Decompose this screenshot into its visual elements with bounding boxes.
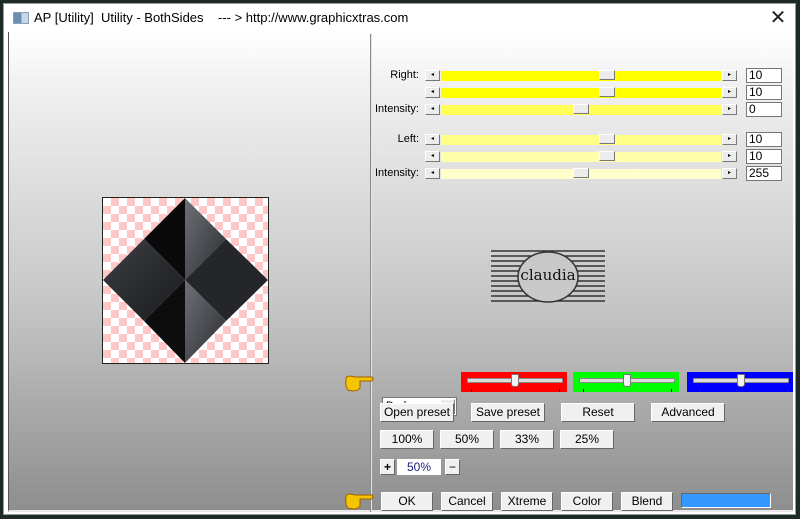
- slider-tick: [671, 389, 672, 392]
- slider-track[interactable]: [441, 87, 721, 98]
- slider-value-field[interactable]: 10: [746, 132, 782, 147]
- open-preset-button[interactable]: Open preset: [380, 403, 454, 422]
- zoom-out-button[interactable]: −: [445, 459, 460, 475]
- color-button[interactable]: Color: [561, 492, 613, 511]
- scroll-right-arrow-icon[interactable]: ▸: [722, 104, 737, 115]
- close-button[interactable]: ✕: [769, 7, 787, 27]
- slider-row-right-2: Intensity: ◂ ▸ 0: [9, 102, 794, 117]
- plugin-window: AP [Utility] Utility - BothSides --- > h…: [3, 3, 796, 515]
- slider-thumb[interactable]: [573, 168, 589, 178]
- red-channel-slider[interactable]: [461, 372, 567, 392]
- scroll-right-arrow-icon[interactable]: ▸: [722, 151, 737, 162]
- scroll-left-arrow-icon[interactable]: ◂: [425, 134, 440, 145]
- preview-image: [103, 198, 268, 363]
- logo-text: claudia: [520, 266, 575, 284]
- slider-track[interactable]: [441, 168, 721, 179]
- window-title: AP [Utility] Utility - BothSides --- > h…: [34, 10, 409, 25]
- scroll-right-arrow-icon[interactable]: ▸: [722, 134, 737, 145]
- slider-row-right-1: ◂ ▸ 10: [9, 85, 794, 100]
- scroll-left-arrow-icon[interactable]: ◂: [425, 151, 440, 162]
- color-swatch[interactable]: [681, 493, 771, 508]
- zoom-25-button[interactable]: 25%: [560, 430, 614, 449]
- scroll-right-arrow-icon[interactable]: ▸: [722, 70, 737, 81]
- dialog-client-area: Right: ◂ ▸ 10 ◂ ▸ 10 Intensity: ◂ ▸ 0 Left: ◂ ▸ 10 ◂ ▸ 1…: [8, 32, 793, 512]
- slider-label: Right:: [390, 69, 419, 81]
- scroll-left-arrow-icon[interactable]: ◂: [425, 87, 440, 98]
- title-bar: AP [Utility] Utility - BothSides --- > h…: [4, 4, 795, 32]
- slider-thumb[interactable]: [599, 70, 615, 80]
- blend-button[interactable]: Blend: [621, 492, 673, 511]
- ok-button[interactable]: OK: [381, 492, 433, 511]
- scroll-left-arrow-icon[interactable]: ◂: [425, 168, 440, 179]
- reset-button[interactable]: Reset: [561, 403, 635, 422]
- slider-thumb[interactable]: [599, 134, 615, 144]
- green-channel-slider[interactable]: [573, 372, 679, 392]
- slider-thumb[interactable]: [511, 374, 519, 387]
- slider-tick: [583, 389, 584, 392]
- advanced-button[interactable]: Advanced: [651, 403, 725, 422]
- slider-track[interactable]: [441, 134, 721, 145]
- save-preset-button[interactable]: Save preset: [471, 403, 545, 422]
- scroll-right-arrow-icon[interactable]: ▸: [722, 87, 737, 98]
- slider-row-right-0: Right: ◂ ▸ 10: [9, 68, 794, 83]
- slider-row-left-2: Intensity: ◂ ▸ 255: [9, 166, 794, 181]
- slider-row-left-0: Left: ◂ ▸ 10: [9, 132, 794, 147]
- slider-value-field[interactable]: 255: [746, 166, 782, 181]
- slider-value-field[interactable]: 10: [746, 68, 782, 83]
- scroll-right-arrow-icon[interactable]: ▸: [722, 168, 737, 179]
- slider-thumb[interactable]: [573, 104, 589, 114]
- xtreme-button[interactable]: Xtreme: [501, 492, 553, 511]
- slider-tick: [471, 389, 472, 392]
- slider-label: Intensity:: [374, 103, 419, 115]
- zoom-in-button[interactable]: +: [380, 459, 395, 475]
- author-logo: claudia: [491, 250, 605, 303]
- zoom-level-field[interactable]: 50%: [397, 459, 441, 475]
- slider-tick: [697, 389, 698, 392]
- slider-value-field[interactable]: 0: [746, 102, 782, 117]
- slider-thumb[interactable]: [623, 374, 631, 387]
- slider-label: Intensity:: [374, 167, 419, 179]
- slider-row-left-1: ◂ ▸ 10: [9, 149, 794, 164]
- zoom-33-button[interactable]: 33%: [500, 430, 554, 449]
- slider-value-field[interactable]: 10: [746, 149, 782, 164]
- slider-track[interactable]: [441, 151, 721, 162]
- blue-channel-slider[interactable]: [687, 372, 793, 392]
- cancel-button[interactable]: Cancel: [441, 492, 493, 511]
- slider-track[interactable]: [441, 70, 721, 81]
- slider-label: Left:: [397, 133, 419, 145]
- pointer-hand-icon: [344, 374, 374, 392]
- slider-thumb[interactable]: [737, 374, 745, 387]
- slider-thumb[interactable]: [599, 87, 615, 97]
- pointer-hand-icon: [344, 492, 374, 510]
- slider-track[interactable]: [441, 104, 721, 115]
- image-preview: [102, 197, 269, 364]
- slider-tick: [785, 389, 786, 392]
- slider-value-field[interactable]: 10: [746, 85, 782, 100]
- slider-tick: [559, 389, 560, 392]
- app-icon: [13, 12, 29, 24]
- zoom-50-button[interactable]: 50%: [440, 430, 494, 449]
- scroll-left-arrow-icon[interactable]: ◂: [425, 104, 440, 115]
- scroll-left-arrow-icon[interactable]: ◂: [425, 70, 440, 81]
- zoom-100-button[interactable]: 100%: [380, 430, 434, 449]
- slider-thumb[interactable]: [599, 151, 615, 161]
